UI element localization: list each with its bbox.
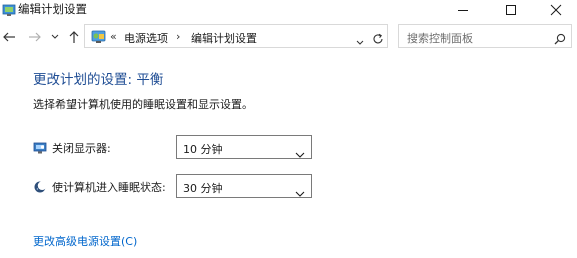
forward-button[interactable] xyxy=(28,30,42,44)
refresh-icon xyxy=(373,33,383,44)
refresh-button[interactable] xyxy=(372,30,384,44)
control-panel-icon xyxy=(2,2,16,16)
breadcrumb-overflow[interactable]: « xyxy=(110,30,117,43)
address-dropdown-button[interactable] xyxy=(355,32,365,45)
search-input[interactable]: 搜索控制面板 xyxy=(398,24,572,48)
chevron-down-icon xyxy=(295,183,305,197)
display-off-label: 关闭显示器: xyxy=(52,142,111,155)
monitor-icon xyxy=(33,140,47,154)
chevron-down-icon xyxy=(295,144,305,158)
recent-locations-button[interactable] xyxy=(50,32,60,42)
maximize-button[interactable] xyxy=(488,0,534,20)
sleep-label: 使计算机进入睡眠状态: xyxy=(52,181,166,194)
up-button[interactable] xyxy=(67,30,81,44)
window-title: 编辑计划设置 xyxy=(18,2,87,16)
back-button[interactable] xyxy=(2,30,16,44)
back-arrow-icon xyxy=(3,32,15,42)
sleep-select[interactable]: 30 分钟 xyxy=(176,174,312,198)
forward-arrow-icon xyxy=(29,32,41,42)
navigation-bar: « 电源选项 › 编辑计划设置 搜索控制面板 xyxy=(0,20,577,52)
chevron-down-icon xyxy=(51,34,59,39)
sleep-value: 30 分钟 xyxy=(183,182,223,195)
breadcrumb-edit-plan[interactable]: 编辑计划设置 xyxy=(191,30,257,46)
display-off-select[interactable]: 10 分钟 xyxy=(176,135,312,159)
control-panel-icon xyxy=(91,29,107,44)
maximize-icon xyxy=(506,5,516,15)
page-title: 更改计划的设置: 平衡 xyxy=(33,72,164,88)
title-bar: 编辑计划设置 xyxy=(0,0,577,20)
display-off-value: 10 分钟 xyxy=(183,143,223,156)
chevron-down-icon xyxy=(356,40,364,45)
minimize-button[interactable] xyxy=(440,0,486,20)
search-placeholder: 搜索控制面板 xyxy=(407,32,473,45)
up-arrow-icon xyxy=(69,31,79,43)
minimize-icon xyxy=(458,10,468,11)
close-button[interactable] xyxy=(534,0,577,20)
moon-icon xyxy=(33,179,47,193)
close-icon xyxy=(550,4,561,16)
search-icon[interactable] xyxy=(554,30,566,45)
advanced-power-settings-link[interactable]: 更改高级电源设置(C) xyxy=(33,233,137,249)
page-description: 选择希望计算机使用的睡眠设置和显示设置。 xyxy=(33,98,253,111)
address-bar[interactable]: « 电源选项 › 编辑计划设置 xyxy=(84,24,388,48)
breadcrumb-separator[interactable]: › xyxy=(176,30,180,43)
breadcrumb-power-options[interactable]: 电源选项 xyxy=(124,30,168,46)
